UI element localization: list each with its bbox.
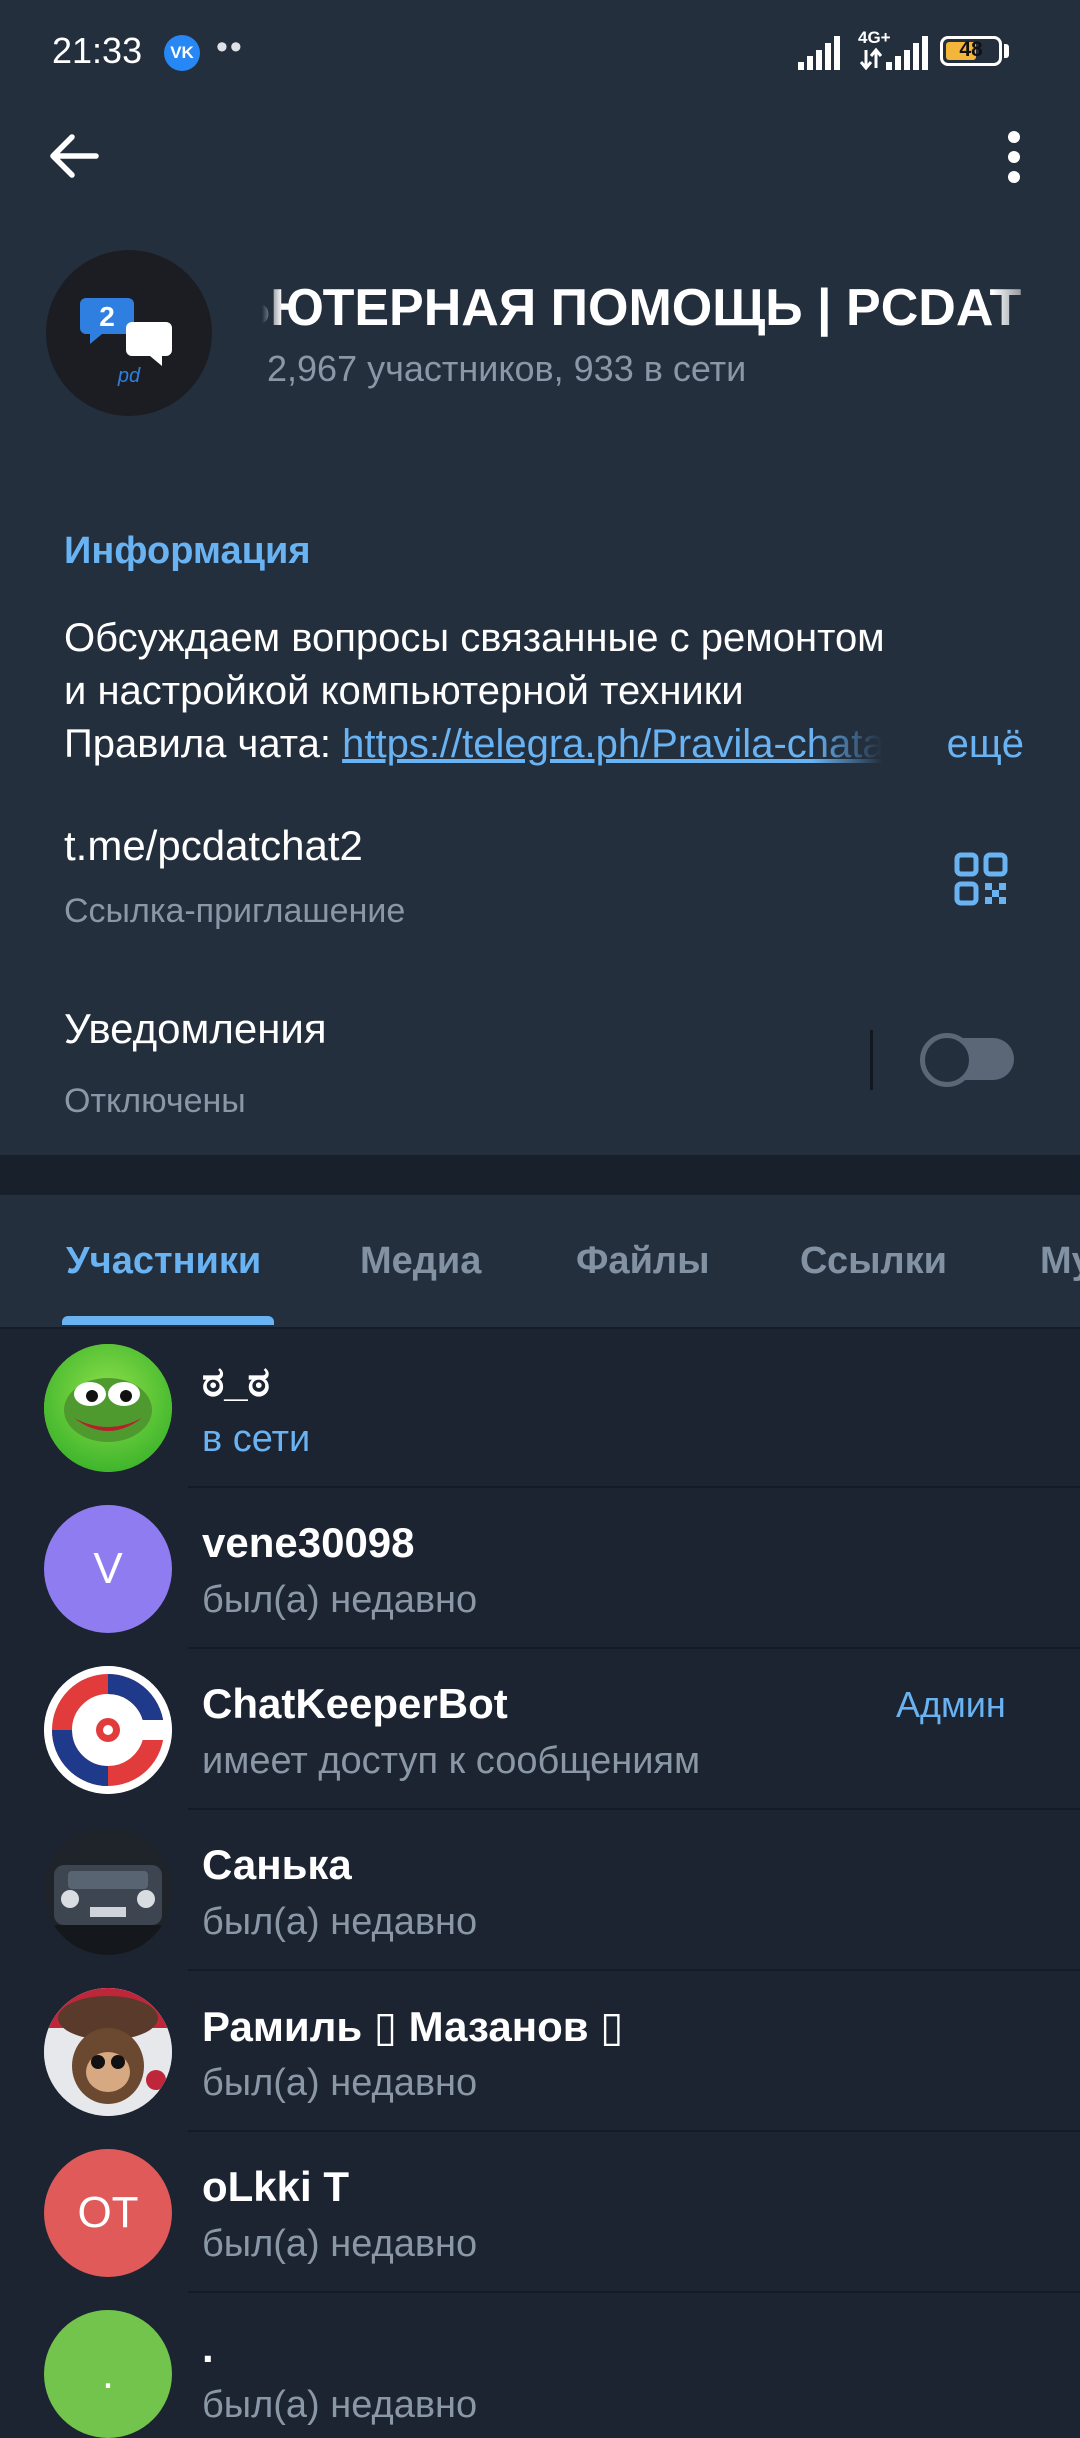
- notification-dots: ••: [216, 28, 244, 66]
- member-name: oLkki T: [202, 2163, 350, 2210]
- group-logo-icon: 2 pd: [80, 298, 172, 387]
- tab-members[interactable]: Участники: [66, 1240, 261, 1283]
- chatkeeper-avatar-icon: [44, 1666, 172, 1794]
- admin-badge: Админ: [896, 1684, 1006, 1725]
- group-avatar[interactable]: 2 pd: [46, 250, 212, 416]
- group-member-count: 2,967 участников, 933 в сети: [267, 348, 747, 389]
- invite-link-caption: Ссылка-приглашение: [64, 892, 406, 930]
- group-description: Обсуждаем вопросы связанные с ремонтом и…: [64, 612, 1024, 718]
- member-status: был(а) недавно: [202, 2062, 478, 2104]
- row-divider: [188, 1647, 1080, 1649]
- member-avatar[interactable]: .: [44, 2310, 172, 2438]
- battery-icon: 48: [940, 36, 1002, 66]
- notifications-divider: [870, 1030, 873, 1090]
- member-status: был(а) недавно: [202, 1579, 478, 1621]
- rules-line: Правила чата: https://telegra.ph/Pravila…: [64, 718, 1024, 778]
- description-line: Обсуждаем вопросы связанные с ремонтом: [64, 616, 885, 660]
- notifications-toggle[interactable]: [920, 1033, 1014, 1087]
- signal-icon: [798, 36, 840, 70]
- more-options-icon[interactable]: [996, 128, 1032, 188]
- description-line: и настройкой компьютерной техники: [64, 669, 744, 713]
- monkey-photo-avatar-icon: [44, 1988, 172, 2116]
- member-name: .: [202, 2324, 214, 2371]
- qr-code-icon[interactable]: [954, 852, 1008, 906]
- battery-level: 48: [959, 38, 983, 61]
- section-gap: [0, 1155, 1080, 1195]
- status-time: 21:33: [52, 30, 143, 71]
- group-title: КОМПЬЮТЕРНАЯ ПОМОЩЬ | PCDAT: [262, 279, 1022, 337]
- invite-link[interactable]: t.me/pcdatchat2: [64, 822, 363, 870]
- signal-icon-2: [860, 36, 928, 70]
- member-name: vene30098: [202, 1519, 415, 1566]
- group-logo-mark: pd: [117, 365, 141, 387]
- member-status: был(а) недавно: [202, 2223, 478, 2265]
- tab-media[interactable]: Медиа: [360, 1240, 481, 1283]
- row-divider: [188, 1969, 1080, 1971]
- member-status: в сети: [202, 1418, 311, 1460]
- member-avatar[interactable]: V: [44, 1505, 172, 1633]
- row-divider: [188, 2130, 1080, 2132]
- member-status: был(а) недавно: [202, 2384, 478, 2426]
- member-status: был(а) недавно: [202, 1901, 478, 1943]
- member-name: ChatKeeperBot: [202, 1680, 508, 1727]
- member-avatar[interactable]: OT: [44, 2149, 172, 2277]
- pepe-avatar-icon: [44, 1344, 172, 1472]
- back-arrow-icon[interactable]: [46, 128, 102, 184]
- info-section: [0, 475, 1080, 1155]
- notifications-label[interactable]: Уведомления: [64, 1005, 327, 1053]
- group-logo-badge: 2: [99, 301, 115, 332]
- tab-music[interactable]: Му: [1040, 1240, 1080, 1283]
- member-name: Санька: [202, 1841, 352, 1888]
- active-tab-indicator: [62, 1316, 274, 1325]
- tab-links[interactable]: Ссылки: [800, 1240, 947, 1283]
- read-more-link[interactable]: ещё: [947, 718, 1024, 771]
- row-divider: [188, 1808, 1080, 1810]
- notifications-state: Отключены: [64, 1082, 246, 1120]
- row-divider: [188, 2291, 1080, 2293]
- member-name: Рамиль ▯ Мазанов ▯: [202, 2003, 624, 2050]
- toggle-knob: [920, 1033, 974, 1087]
- member-name: ಠ_ಠ: [202, 1358, 270, 1405]
- member-avatar[interactable]: [44, 1827, 172, 1955]
- car-photo-avatar-icon: [44, 1827, 172, 1955]
- tab-files[interactable]: Файлы: [576, 1240, 710, 1283]
- member-avatar[interactable]: [44, 1666, 172, 1794]
- rules-link[interactable]: https://telegra.ph/Pravila-chata: [342, 722, 882, 766]
- battery-tip: [1004, 44, 1009, 58]
- row-divider: [188, 1486, 1080, 1488]
- member-avatar[interactable]: [44, 1344, 172, 1472]
- rules-prefix: Правила чата:: [64, 722, 343, 766]
- member-status: имеет доступ к сообщениям: [202, 1740, 701, 1782]
- vk-icon: VK: [164, 35, 200, 71]
- member-avatar[interactable]: [44, 1988, 172, 2116]
- info-heading: Информация: [64, 530, 311, 572]
